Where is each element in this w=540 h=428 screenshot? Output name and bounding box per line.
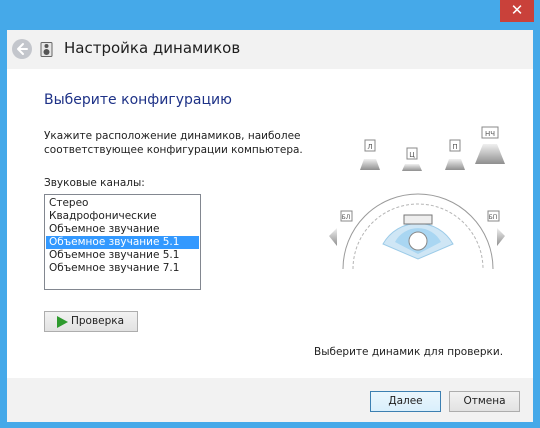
list-item-surround-5-1-selected[interactable]: Объемное звучание 5.1: [46, 236, 199, 249]
test-button[interactable]: Проверка: [44, 311, 138, 332]
svg-text:Ц: Ц: [409, 151, 415, 159]
speaker-setup-window: ✕ Настройка динамиков Выберите конфигура…: [0, 0, 540, 428]
svg-text:Л: Л: [367, 143, 372, 151]
svg-text:БЛ: БЛ: [342, 214, 351, 221]
speaker-layout-diagram: Л Ц П НЧ БЛ БП: [329, 126, 505, 270]
page-title: Настройка динамиков: [64, 39, 241, 57]
svg-text:БП: БП: [489, 214, 498, 221]
channels-label: Звуковые каналы:: [44, 177, 145, 189]
back-button[interactable]: [12, 39, 32, 59]
back-arrow-icon: [17, 43, 28, 55]
list-item-stereo[interactable]: Стерео: [46, 197, 199, 210]
list-item-quadraphonic[interactable]: Квадрофонические: [46, 210, 199, 223]
list-item-surround[interactable]: Объемное звучание: [46, 223, 199, 236]
svg-text:П: П: [452, 143, 457, 151]
wizard-content: Выберите конфигурацию Укажите расположен…: [7, 69, 533, 378]
close-button[interactable]: ✕: [500, 0, 534, 22]
speaker-front-left[interactable]: Л: [360, 139, 380, 170]
wizard-header: Настройка динамиков: [7, 30, 533, 69]
speaker-subwoofer[interactable]: НЧ: [475, 126, 505, 164]
cancel-button[interactable]: Отмена: [449, 391, 520, 412]
wizard-footer: Далее Отмена: [7, 378, 533, 422]
speaker-center[interactable]: Ц: [402, 147, 422, 171]
section-title: Выберите конфигурацию: [44, 92, 232, 108]
list-item-surround-5-1[interactable]: Объемное звучание 5.1: [46, 249, 199, 262]
speaker-icon: [40, 42, 53, 57]
title-bar[interactable]: ✕: [0, 0, 540, 30]
speaker-front-right[interactable]: П: [445, 139, 465, 170]
close-icon: ✕: [510, 1, 524, 19]
list-item-surround-7-1[interactable]: Объемное звучание 7.1: [46, 262, 199, 275]
svg-text:НЧ: НЧ: [485, 130, 495, 138]
instructions-text: Укажите расположение динамиков, наиболее…: [44, 130, 303, 156]
channels-listbox[interactable]: Стерео Квадрофонические Объемное звучани…: [44, 194, 201, 290]
select-speaker-hint: Выберите динамик для проверки.: [314, 346, 504, 358]
play-icon: [57, 316, 68, 328]
speaker-side-right[interactable]: БП: [487, 210, 505, 246]
test-button-label: Проверка: [71, 315, 125, 327]
next-button[interactable]: Далее: [370, 391, 441, 412]
